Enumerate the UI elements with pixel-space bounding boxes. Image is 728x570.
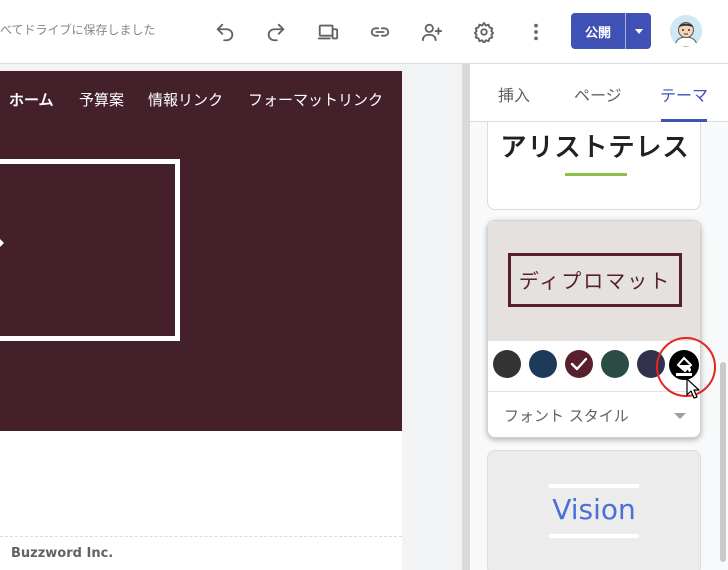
theme-accent-line: [549, 484, 639, 488]
more-vert-icon[interactable]: [520, 16, 552, 48]
check-icon: [570, 357, 588, 371]
undo-icon[interactable]: [209, 16, 241, 48]
color-swatch-black[interactable]: [493, 350, 521, 378]
site-footer: Buzzword Inc.: [11, 546, 114, 561]
chevron-down-icon: [634, 28, 643, 34]
save-status: べてドライブに保存しました: [0, 23, 156, 37]
top-toolbar: べてドライブに保存しました 公開: [0, 0, 728, 64]
footer-divider: [0, 536, 402, 537]
mouse-pointer-icon: [686, 378, 700, 399]
theme-title-aristotle: アリストテレス: [500, 133, 690, 163]
font-style-dropdown[interactable]: フォント スタイル: [504, 405, 629, 426]
theme-title-diplomat: ディプロマット: [518, 269, 672, 293]
theme-card-aristotle[interactable]: アリストテレス: [487, 122, 701, 210]
theme-accent-line: [549, 534, 639, 538]
nav-item-home[interactable]: ホーム: [9, 89, 54, 110]
share-icon[interactable]: [416, 16, 448, 48]
theme-accent-line: [565, 173, 627, 176]
tab-insert[interactable]: 挿入: [498, 82, 530, 106]
avatar[interactable]: [670, 15, 702, 47]
publish-label[interactable]: 公開: [571, 13, 625, 49]
preview-devices-icon[interactable]: [312, 16, 344, 48]
nav-item-budget[interactable]: 予算案: [79, 89, 124, 110]
tab-themes[interactable]: テーマ: [660, 82, 708, 106]
color-swatch-navy[interactable]: [529, 350, 557, 378]
nav-item-info-links[interactable]: 情報リンク: [148, 89, 223, 110]
theme-title-frame: ディプロマット: [508, 253, 682, 307]
link-icon[interactable]: [364, 16, 396, 48]
color-swatch-green[interactable]: [601, 350, 629, 378]
side-panel: 挿入 ページ テーマ アリストテレス ディプロマット フォント スタイル Vis…: [470, 64, 728, 570]
publish-button[interactable]: 公開: [571, 13, 651, 49]
theme-card-vision[interactable]: Vision: [487, 450, 701, 570]
nav-item-format-links[interactable]: フォーマットリンク: [248, 89, 383, 110]
home-icon: [0, 239, 4, 247]
theme-title-vision: Vision: [552, 493, 636, 526]
site-page: ホーム 予算案 情報リンク フォーマットリンク Buzzword Inc.: [0, 71, 402, 570]
redo-icon[interactable]: [260, 16, 292, 48]
tab-pages[interactable]: ページ: [574, 82, 622, 106]
site-navigation: ホーム 予算案 情報リンク フォーマットリンク: [0, 89, 402, 109]
settings-icon[interactable]: [468, 16, 500, 48]
theme-preview-diplomat[interactable]: ディプロマット: [488, 221, 700, 341]
site-preview-area: ホーム 予算案 情報リンク フォーマットリンク Buzzword Inc.: [0, 64, 462, 570]
hero-banner[interactable]: ホーム 予算案 情報リンク フォーマットリンク: [0, 71, 402, 431]
panel-scrollbar[interactable]: [720, 362, 726, 562]
color-swatch-maroon[interactable]: [565, 350, 593, 378]
chevron-down-icon[interactable]: [674, 413, 686, 419]
hero-title-frame: [0, 159, 180, 341]
preview-scrollbar[interactable]: [462, 64, 470, 570]
panel-tabs: 挿入 ページ テーマ: [470, 64, 728, 122]
publish-options-button[interactable]: [625, 13, 651, 49]
theme-card-diplomat[interactable]: ディプロマット フォント スタイル: [487, 220, 701, 438]
